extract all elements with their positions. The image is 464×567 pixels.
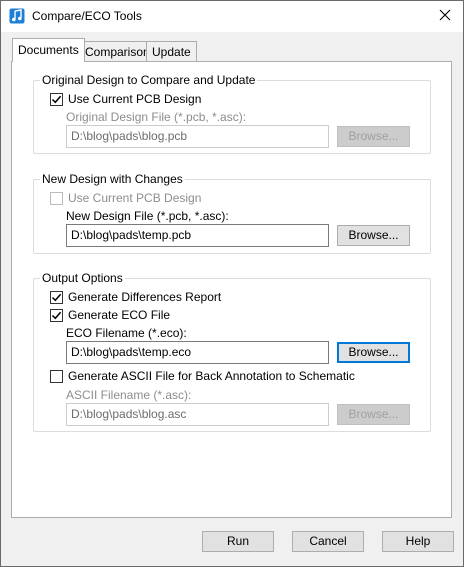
original-use-current-checkbox[interactable]: [50, 92, 63, 106]
help-button[interactable]: Help: [382, 531, 454, 552]
new-file-field[interactable]: D:\blog\pads\temp.pcb: [66, 224, 329, 247]
tab-documents[interactable]: Documents: [12, 38, 85, 62]
original-browse-button[interactable]: Browse...: [337, 126, 410, 147]
new-design-group-title: New Design with Changes: [40, 172, 185, 186]
run-button[interactable]: Run: [202, 531, 274, 552]
diff-report-checkbox[interactable]: [50, 290, 63, 304]
original-file-label: Original Design File (*.pcb, *.asc):: [66, 110, 247, 124]
window-title: Compare/ECO Tools: [32, 9, 142, 23]
new-use-current-row[interactable]: Use Current PCB Design: [50, 190, 201, 206]
new-browse-button[interactable]: Browse...: [337, 225, 410, 246]
original-use-current-row[interactable]: Use Current PCB Design: [50, 91, 201, 107]
ascii-filename-field[interactable]: D:\blog\pads\blog.asc: [66, 403, 329, 426]
music-note-icon: [9, 8, 25, 24]
original-design-group-title: Original Design to Compare and Update: [40, 73, 258, 87]
ascii-filename-label: ASCII Filename (*.asc):: [66, 388, 192, 402]
title-bar: Compare/ECO Tools: [1, 1, 463, 32]
cancel-button[interactable]: Cancel: [292, 531, 364, 552]
diff-report-label: Generate Differences Report: [68, 290, 222, 304]
eco-file-row[interactable]: Generate ECO File: [50, 307, 170, 323]
output-options-group-title: Output Options: [40, 271, 125, 285]
ascii-browse-button[interactable]: Browse...: [337, 404, 410, 425]
close-button[interactable]: [433, 5, 457, 27]
diff-report-row[interactable]: Generate Differences Report: [50, 289, 221, 305]
new-use-current-checkbox[interactable]: [50, 191, 63, 205]
ascii-label: Generate ASCII File for Back Annotation …: [68, 369, 355, 383]
documents-panel: Original Design to Compare and Update Us…: [11, 61, 452, 518]
eco-filename-label: ECO Filename (*.eco):: [66, 326, 187, 340]
ascii-checkbox[interactable]: [50, 369, 63, 383]
tab-update[interactable]: Update: [146, 41, 197, 62]
ascii-row[interactable]: Generate ASCII File for Back Annotation …: [50, 368, 355, 384]
original-file-field[interactable]: D:\blog\pads\blog.pcb: [66, 125, 329, 148]
eco-browse-button[interactable]: Browse...: [337, 342, 410, 363]
eco-file-checkbox[interactable]: [50, 308, 63, 322]
close-icon: [439, 9, 451, 24]
new-use-current-label: Use Current PCB Design: [68, 191, 202, 205]
eco-file-label: Generate ECO File: [68, 308, 171, 322]
new-file-label: New Design File (*.pcb, *.asc):: [66, 209, 229, 223]
tab-comparison[interactable]: Comparison: [79, 41, 156, 62]
original-use-current-label: Use Current PCB Design: [68, 92, 202, 106]
check-icon: [51, 311, 62, 319]
check-icon: [51, 95, 62, 103]
compare-eco-dialog: Compare/ECO Tools Documents Comparison U…: [0, 0, 464, 567]
check-icon: [51, 293, 62, 301]
eco-filename-field[interactable]: D:\blog\pads\temp.eco: [66, 341, 329, 364]
